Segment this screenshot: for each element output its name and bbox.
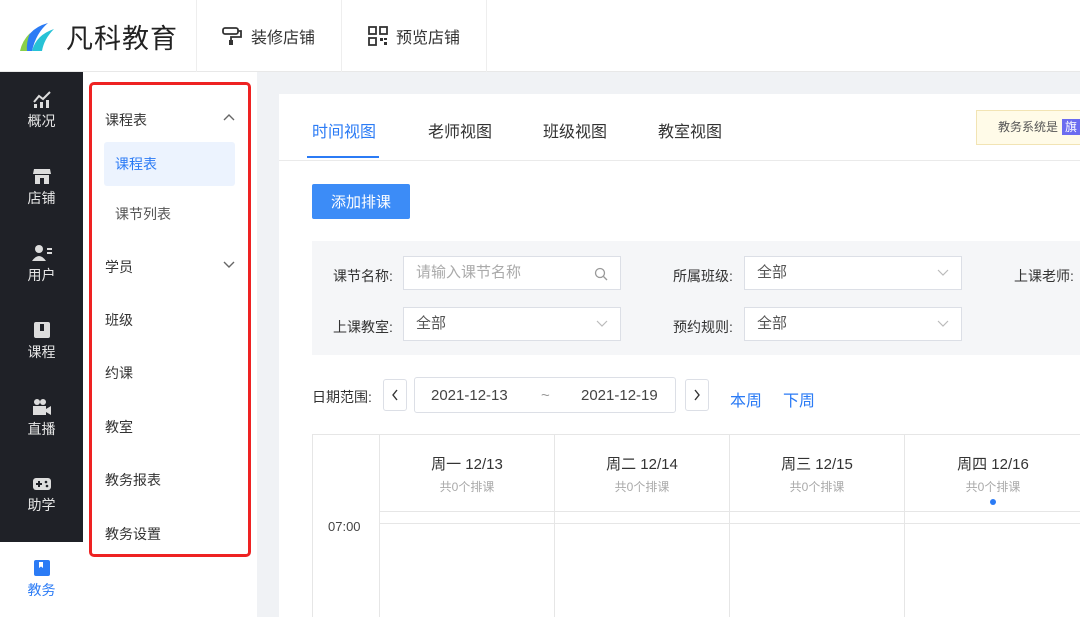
calendar-day-column[interactable]: 周三 12/15 共0个排课	[729, 435, 904, 617]
chart-icon	[32, 91, 51, 108]
paint-roller-icon	[222, 27, 242, 45]
notice-banner: 教务系统是旗	[976, 110, 1080, 145]
booking-rule-select[interactable]: 全部	[744, 307, 962, 341]
today-dot	[990, 499, 996, 505]
nav-item-overview[interactable]: 概况	[0, 72, 83, 149]
nav-label: 直播	[27, 421, 56, 437]
calendar-count: 共0个排课	[614, 480, 670, 494]
chevron-down-icon	[596, 320, 608, 327]
nav-label: 助学	[27, 497, 56, 513]
classroom-label: 上课教室:	[333, 319, 393, 335]
user-icon	[31, 245, 52, 261]
calendar-day-column[interactable]: 周一 12/13 共0个排课	[379, 435, 554, 617]
calendar-count: 共0个排课	[439, 480, 495, 494]
brand-name: 凡科教育	[66, 23, 178, 54]
top-header: 凡科教育 装修店铺 预览店铺	[0, 0, 1080, 72]
calendar-day-column[interactable]: 周四 12/16 共0个排课	[904, 435, 1080, 617]
book-icon	[33, 560, 50, 576]
class-label: 所属班级:	[673, 268, 733, 284]
calendar-day: 周二 12/14	[606, 456, 678, 473]
date-range-picker[interactable]: 2021-12-13 ~ 2021-12-19	[414, 377, 676, 413]
class-value: 全部	[757, 264, 788, 281]
notice-tag: 旗	[1062, 119, 1080, 135]
active-tab-indicator	[307, 156, 379, 158]
course-icon	[33, 322, 50, 338]
filter-panel: 课节名称: 请输入课节名称 所属班级: 全部 上课老师: 上课教室: 全部 预约…	[312, 241, 1080, 355]
preview-store-label: 预览店铺	[396, 30, 461, 47]
tab-time-view[interactable]: 时间视图	[312, 118, 376, 142]
classroom-value: 全部	[416, 315, 447, 332]
nav-label: 店铺	[27, 190, 56, 206]
booking-rule-label: 预约规则:	[673, 319, 733, 335]
classroom-select[interactable]: 全部	[403, 307, 621, 341]
week-calendar: 07:00 周一 12/13 共0个排课 周二 12/14 共0个排课 周三 1…	[312, 434, 1080, 617]
main-nav: 概况 店铺 用户 课程 直播 助学 教务	[0, 72, 83, 617]
brand-logo[interactable]: 凡科教育	[0, 0, 197, 72]
calendar-day: 周一 12/13	[431, 456, 503, 473]
calendar-count: 共0个排课	[965, 480, 1021, 494]
store-icon	[32, 169, 51, 184]
class-select[interactable]: 全部	[744, 256, 962, 290]
date-separator: ~	[541, 387, 550, 404]
end-date: 2021-12-19	[581, 387, 658, 404]
chevron-down-icon	[937, 269, 949, 276]
next-week-button[interactable]	[685, 379, 709, 411]
nav-item-courses[interactable]: 课程	[0, 303, 83, 380]
next-week-link[interactable]: 下周	[783, 387, 815, 411]
tab-teacher-view[interactable]: 老师视图	[428, 118, 492, 142]
teacher-label: 上课老师:	[1014, 268, 1074, 284]
search-icon	[594, 267, 608, 281]
nav-label: 用户	[27, 267, 56, 283]
nav-item-live[interactable]: 直播	[0, 380, 83, 457]
decorate-store-label: 装修店铺	[251, 30, 316, 47]
preview-store-button[interactable]: 预览店铺	[342, 0, 487, 72]
chevron-right-icon	[694, 389, 700, 401]
chevron-down-icon	[937, 320, 949, 327]
start-date: 2021-12-13	[431, 387, 508, 404]
tab-class-view[interactable]: 班级视图	[543, 118, 607, 142]
time-slot-label: 07:00	[328, 519, 361, 534]
nav-item-academic[interactable]: 教务	[0, 542, 83, 617]
calendar-day-column[interactable]: 周二 12/14 共0个排课	[554, 435, 729, 617]
nav-item-users[interactable]: 用户	[0, 226, 83, 303]
highlight-box	[89, 82, 251, 557]
lesson-name-label: 课节名称:	[333, 268, 393, 284]
add-schedule-button[interactable]: 添加排课	[312, 184, 410, 219]
chevron-left-icon	[392, 389, 398, 401]
lesson-name-input[interactable]: 请输入课节名称	[403, 256, 621, 290]
calendar-day: 周四 12/16	[957, 456, 1029, 473]
booking-rule-value: 全部	[757, 315, 788, 332]
main-content: 时间视图 老师视图 班级视图 教室视图 教务系统是旗 添加排课 课节名称: 请输…	[279, 94, 1080, 617]
prev-week-button[interactable]	[383, 379, 407, 411]
tab-classroom-view[interactable]: 教室视图	[658, 118, 722, 142]
video-icon	[32, 399, 51, 415]
calendar-day: 周三 12/15	[781, 456, 853, 473]
logo-mark-icon	[20, 23, 54, 51]
view-tabs: 时间视图 老师视图 班级视图 教室视图 教务系统是旗	[279, 94, 1080, 161]
nav-item-assist[interactable]: 助学	[0, 457, 83, 534]
nav-item-store[interactable]: 店铺	[0, 149, 83, 226]
lesson-name-placeholder: 请输入课节名称	[416, 264, 522, 281]
date-range-label: 日期范围:	[312, 389, 372, 405]
qrcode-icon	[368, 26, 388, 46]
this-week-link[interactable]: 本周	[730, 387, 762, 411]
nav-label: 概况	[27, 113, 56, 129]
nav-label: 课程	[27, 344, 56, 360]
notice-text: 教务系统是	[998, 120, 1059, 134]
nav-label: 教务	[27, 582, 56, 598]
gamepad-icon	[32, 478, 51, 490]
calendar-count: 共0个排课	[789, 480, 845, 494]
decorate-store-button[interactable]: 装修店铺	[197, 0, 342, 72]
